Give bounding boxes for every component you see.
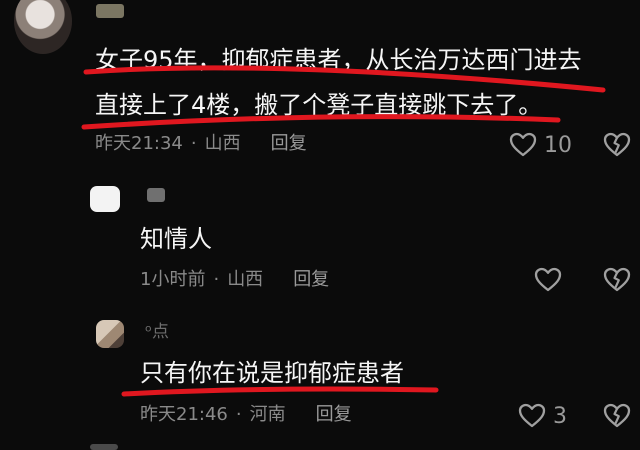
like-control[interactable] (533, 266, 563, 294)
comment-text: 知情人 (140, 225, 212, 253)
username-blurred[interactable] (96, 4, 124, 18)
comment-text-line: 女子95年，抑郁症患者，从长治万达西门进去 (95, 46, 582, 74)
username-partial[interactable]: ᵒ点 (145, 322, 185, 342)
like-count: 10 (544, 132, 572, 158)
heart-outline-icon[interactable] (533, 266, 563, 294)
broken-heart-icon[interactable] (602, 402, 632, 430)
username-blurred[interactable] (147, 188, 165, 202)
commenter-avatar[interactable] (14, 0, 72, 54)
comment-location: 河南 (249, 404, 286, 425)
broken-heart-icon[interactable] (602, 131, 632, 159)
heart-outline-icon[interactable] (517, 402, 547, 430)
comment-time: 昨天21:34 (95, 133, 183, 154)
meta-separator-dot: · (235, 404, 242, 425)
comment-time: 昨天21:46 (140, 404, 228, 425)
comment-meta: 1小时前 · 山西 回复 (140, 269, 329, 291)
like-control[interactable]: 3 (517, 402, 567, 430)
comment-text-line: 直接上了4楼，搬了个凳子直接跳下去了。 (95, 91, 543, 119)
like-control[interactable]: 10 (508, 131, 572, 159)
comment-thread: 女子95年，抑郁症患者，从长治万达西门进去 直接上了4楼，搬了个凳子直接跳下去了… (0, 0, 640, 450)
meta-separator-dot: · (213, 269, 220, 290)
reply-button[interactable]: 回复 (316, 404, 352, 426)
broken-heart-icon[interactable] (602, 266, 632, 294)
heart-outline-icon[interactable] (508, 131, 538, 159)
comment-meta: 昨天21:34 · 山西 回复 (95, 133, 307, 155)
reply-button[interactable]: 回复 (271, 133, 307, 155)
comment-time: 1小时前 (140, 269, 206, 290)
reply-button[interactable]: 回复 (293, 269, 329, 291)
comment-meta: 昨天21:46 · 河南 回复 (140, 404, 352, 426)
next-avatar-partial (90, 444, 118, 450)
meta-separator-dot: · (190, 133, 197, 154)
like-count: 3 (553, 403, 567, 429)
comment-text: 只有你在说是抑郁症患者 (140, 359, 404, 387)
comment-location: 山西 (204, 133, 241, 154)
commenter-avatar[interactable] (90, 186, 120, 212)
comment-location: 山西 (227, 269, 264, 290)
commenter-avatar[interactable] (96, 320, 124, 348)
